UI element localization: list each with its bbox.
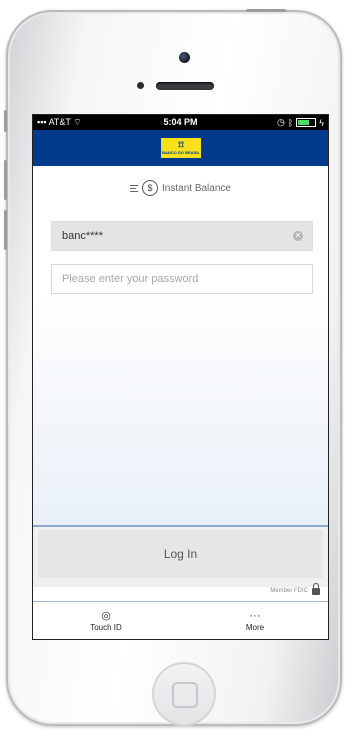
bank-logo: ⟟⟟ BANCO DO BRASIL	[161, 138, 201, 158]
instant-balance-link[interactable]: $ Instant Balance	[33, 180, 328, 196]
volume-up-button	[4, 160, 7, 200]
dollar-coin-icon: $	[142, 180, 159, 196]
mute-switch	[4, 110, 7, 132]
status-right: ◷ ᛒ ϟ	[277, 117, 324, 128]
login-content: $ Instant Balance ✕	[33, 166, 328, 525]
bluetooth-icon: ᛒ	[287, 117, 294, 128]
username-field: ✕	[51, 221, 313, 251]
lock-icon	[312, 583, 320, 595]
front-camera	[179, 52, 190, 63]
password-field	[51, 264, 313, 294]
tab-touch-id[interactable]: ◎ Touch ID	[71, 609, 141, 632]
member-fdic: Member FDIC	[270, 583, 320, 595]
tab-touch-id-label: Touch ID	[90, 623, 122, 632]
username-input[interactable]	[52, 222, 292, 250]
app-header: ⟟⟟ BANCO DO BRASIL	[33, 130, 328, 166]
login-area: Log In Member FDIC	[33, 527, 328, 595]
logo-text: BANCO DO BRASIL	[162, 150, 200, 155]
battery-icon	[296, 118, 317, 127]
home-button[interactable]	[152, 662, 216, 726]
alarm-icon: ◷	[276, 117, 285, 127]
tab-bar: ◎ Touch ID ··· More	[33, 601, 328, 639]
phone-screen: ▪▪▪ AT&T ⌔ 5:04 PM ◷ ᛒ ϟ ⟟⟟ BANCO DO BRA…	[33, 115, 328, 639]
password-input[interactable]	[52, 265, 312, 293]
tab-more-label: More	[245, 623, 265, 632]
charging-icon: ϟ	[319, 117, 324, 128]
power-button	[246, 9, 286, 12]
more-dots-icon: ···	[249, 610, 261, 622]
home-square-icon	[172, 682, 198, 708]
proximity-sensor	[137, 82, 144, 89]
logo-mark-icon: ⟟⟟	[178, 140, 184, 149]
volume-down-button	[4, 210, 7, 250]
login-button[interactable]: Log In	[38, 530, 323, 578]
clear-icon[interactable]: ✕	[293, 231, 303, 241]
instant-balance-label: Instant Balance	[162, 182, 231, 194]
earpiece-speaker	[156, 82, 214, 90]
speed-lines-icon	[130, 184, 139, 192]
fingerprint-icon: ◎	[101, 610, 111, 622]
member-fdic-label: Member FDIC	[270, 587, 308, 594]
status-bar: ▪▪▪ AT&T ⌔ 5:04 PM ◷ ᛒ ϟ	[33, 115, 328, 130]
tab-more[interactable]: ··· More	[220, 609, 290, 632]
